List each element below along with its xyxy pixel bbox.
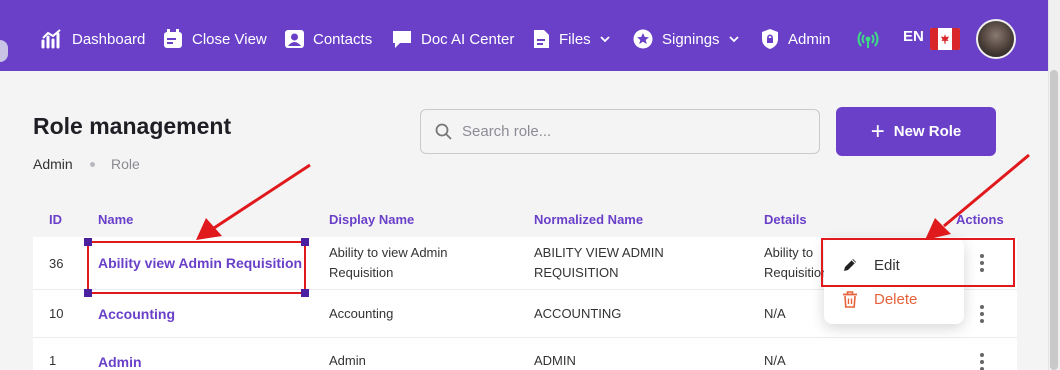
nav-signings[interactable]: Signings bbox=[633, 26, 739, 52]
top-navbar: Dashboard Close View Contacts Doc AI Cen… bbox=[0, 0, 1060, 71]
column-header-details[interactable]: Details bbox=[764, 212, 807, 227]
cell-id: 36 bbox=[49, 256, 64, 271]
nav-dashboard[interactable]: Dashboard bbox=[41, 26, 145, 52]
page-scrollbar[interactable] bbox=[1048, 0, 1060, 370]
collapsed-sidebar-handle[interactable] bbox=[0, 40, 8, 62]
search-box[interactable] bbox=[420, 109, 820, 154]
nav-close-view-label: Close View bbox=[192, 30, 267, 48]
column-header-normalized-name[interactable]: Normalized Name bbox=[534, 212, 643, 227]
cell-details: Ability to Requisition bbox=[764, 245, 829, 280]
breadcrumb-admin[interactable]: Admin bbox=[33, 156, 73, 172]
selection-handle bbox=[301, 289, 309, 297]
nav-admin-label: Admin bbox=[788, 30, 831, 48]
star-badge-icon bbox=[633, 29, 653, 49]
trash-icon bbox=[843, 290, 857, 308]
selection-handle bbox=[84, 238, 92, 246]
nav-files-label: Files bbox=[559, 30, 591, 48]
nav-signings-label: Signings bbox=[662, 30, 720, 48]
table-row[interactable]: 1 Admin Admin ADMIN N/A bbox=[33, 338, 1017, 370]
broadcast-icon[interactable] bbox=[857, 30, 879, 48]
selection-handle bbox=[84, 289, 92, 297]
more-actions-icon[interactable] bbox=[970, 302, 994, 326]
column-header-id[interactable]: ID bbox=[49, 212, 62, 227]
cell-details: N/A bbox=[764, 353, 786, 368]
nav-doc-ai-center-label: Doc AI Center bbox=[421, 30, 515, 48]
delete-label: Delete bbox=[874, 290, 918, 308]
nav-contacts-label: Contacts bbox=[313, 30, 373, 48]
table-header: ID Name Display Name Normalized Name Det… bbox=[33, 201, 1017, 237]
edit-highlight-box bbox=[821, 238, 1015, 287]
column-header-name[interactable]: Name bbox=[98, 212, 133, 227]
search-input[interactable] bbox=[462, 123, 802, 140]
cell-id: 10 bbox=[49, 306, 64, 321]
nav-admin[interactable]: Admin bbox=[761, 26, 831, 52]
cell-normalized-name: ADMIN bbox=[534, 353, 576, 368]
new-role-button[interactable]: + New Role bbox=[836, 107, 996, 156]
delete-menu-item[interactable]: Delete bbox=[824, 282, 964, 316]
chevron-down-icon bbox=[728, 35, 739, 42]
name-highlight-box bbox=[87, 241, 306, 294]
cell-display-name: Ability to view Admin Requisition bbox=[329, 245, 448, 280]
calendar-icon bbox=[164, 29, 182, 48]
role-name-link[interactable]: Admin bbox=[98, 354, 142, 370]
selection-handle bbox=[301, 238, 309, 246]
column-header-display-name[interactable]: Display Name bbox=[329, 212, 414, 227]
chart-icon bbox=[41, 29, 61, 49]
language-selector[interactable]: EN bbox=[903, 28, 924, 45]
chat-icon bbox=[393, 31, 411, 48]
scrollbar-thumb[interactable] bbox=[1050, 70, 1058, 370]
user-avatar[interactable] bbox=[976, 19, 1016, 59]
nav-doc-ai-center[interactable]: Doc AI Center bbox=[392, 26, 514, 52]
nav-close-view[interactable]: Close View bbox=[163, 26, 267, 52]
cell-display-name: Accounting bbox=[329, 306, 394, 321]
cell-details: N/A bbox=[764, 306, 786, 321]
canada-flag-icon[interactable] bbox=[930, 28, 960, 50]
cell-id: 1 bbox=[49, 353, 57, 368]
page-title: Role management bbox=[33, 113, 232, 139]
cell-normalized-name: ACCOUNTING bbox=[534, 306, 622, 321]
contact-icon bbox=[285, 30, 304, 48]
new-role-label: New Role bbox=[893, 123, 962, 140]
nav-contacts[interactable]: Contacts bbox=[285, 26, 372, 52]
cell-display-name: Admin bbox=[329, 353, 366, 368]
plus-icon: + bbox=[870, 117, 885, 145]
column-header-actions: Actions bbox=[956, 212, 1004, 227]
cell-normalized-name: ABILITY VIEW ADMIN REQUISITION bbox=[534, 245, 664, 280]
chevron-down-icon bbox=[600, 35, 610, 42]
nav-dashboard-label: Dashboard bbox=[72, 30, 146, 48]
more-actions-icon[interactable] bbox=[970, 350, 994, 370]
file-icon bbox=[534, 30, 549, 48]
breadcrumb-role: Role bbox=[111, 156, 140, 172]
lock-icon bbox=[762, 29, 778, 49]
breadcrumb-separator bbox=[90, 162, 95, 167]
search-icon bbox=[435, 123, 452, 140]
role-name-link[interactable]: Accounting bbox=[98, 306, 175, 322]
nav-files[interactable]: Files bbox=[533, 26, 610, 52]
